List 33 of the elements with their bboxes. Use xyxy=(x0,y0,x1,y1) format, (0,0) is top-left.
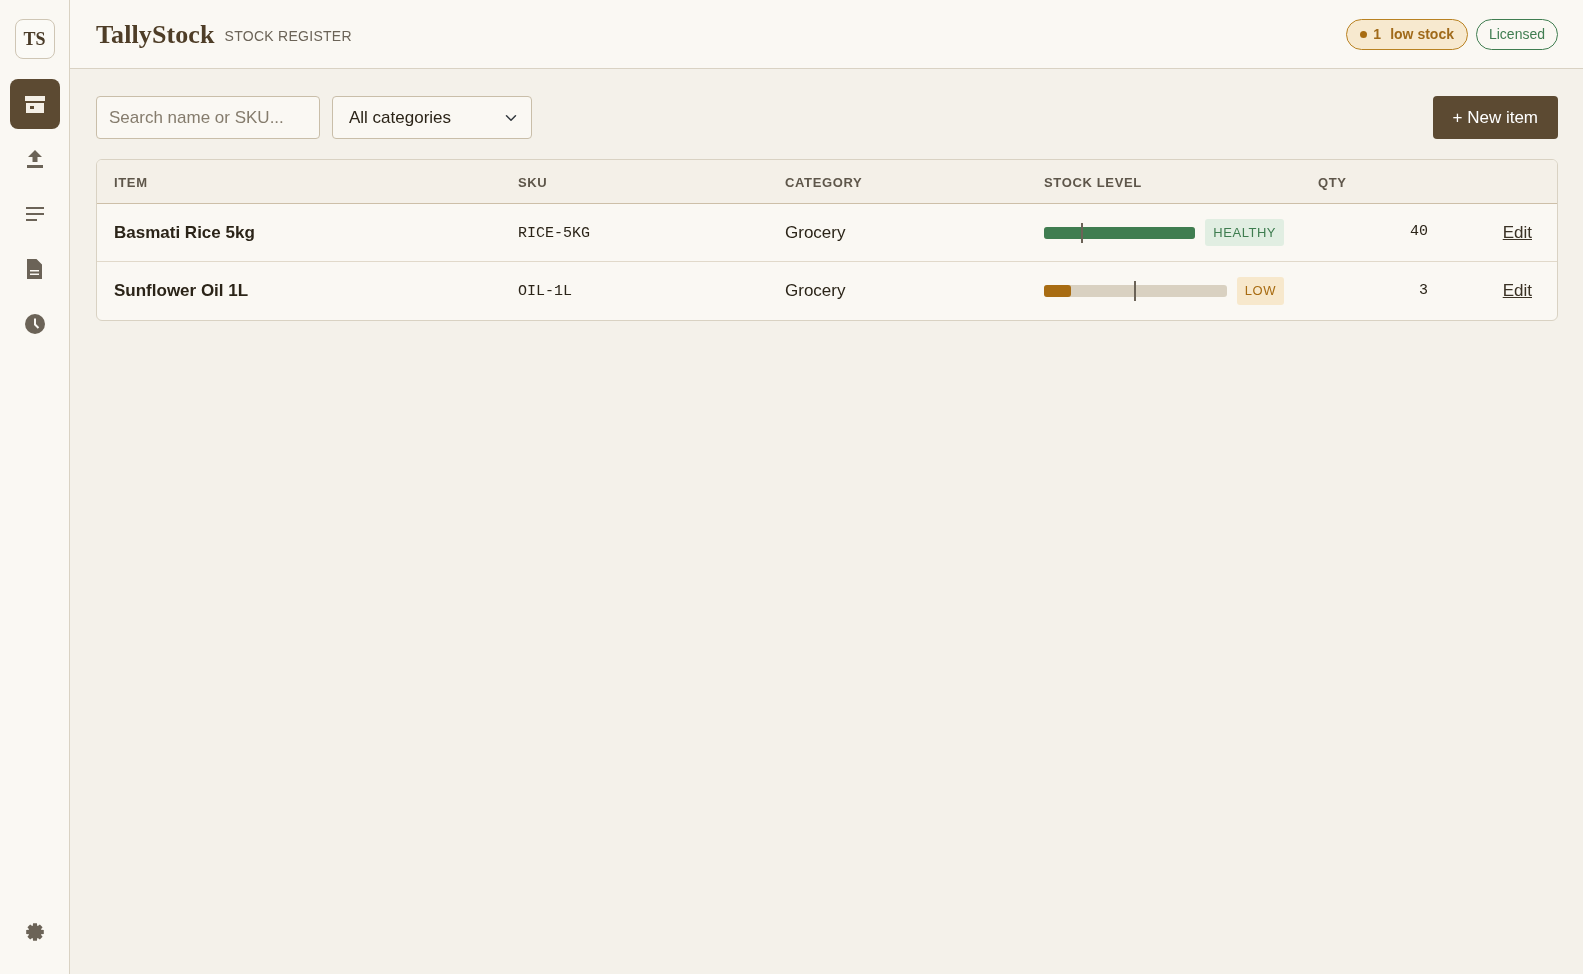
nav-button[interactable] xyxy=(9,79,60,129)
sku-code: OIL-1L xyxy=(518,283,572,301)
column-header: QTY xyxy=(1318,174,1347,190)
item-name: Basmati Rice 5kg xyxy=(114,222,255,242)
brand-name: TallyStock xyxy=(96,18,215,51)
clock-icon xyxy=(24,314,45,334)
category-text: Grocery xyxy=(785,281,846,301)
page-subtitle: STOCK REGISTER xyxy=(224,26,352,46)
text-lines-icon xyxy=(25,207,44,221)
archive-icon xyxy=(24,95,45,113)
dot-icon xyxy=(1360,30,1368,38)
edit-link[interactable]: Edit xyxy=(1502,278,1532,304)
edit-link[interactable]: Edit xyxy=(1502,219,1532,246)
search-field[interactable]: Search name or SKU... xyxy=(96,96,320,139)
sku-code: RICE-5KG xyxy=(518,224,590,242)
column-header: SKU xyxy=(518,174,548,190)
status-tag: HEALTHY xyxy=(1205,218,1284,247)
qty-value: 40 xyxy=(1410,222,1428,243)
alert-count: 1 xyxy=(1373,24,1382,44)
column-header: CATEGORY xyxy=(785,174,863,190)
category-text: Grocery xyxy=(785,222,846,242)
column-header: STOCK LEVEL xyxy=(1044,174,1142,190)
item-name: Sunflower Oil 1L xyxy=(114,281,249,301)
upload-icon xyxy=(26,150,43,168)
column-header: ITEM xyxy=(114,174,148,190)
category-select[interactable]: All categories xyxy=(332,96,532,139)
document-icon xyxy=(27,259,42,279)
app-logo: TS xyxy=(14,19,55,59)
alert-label: low stock xyxy=(1390,24,1454,44)
new-item-button[interactable]: + New item xyxy=(1432,96,1558,139)
qty-value: 3 xyxy=(1419,280,1428,301)
status-tag: LOW xyxy=(1236,277,1284,305)
settings-icon[interactable] xyxy=(25,923,44,941)
